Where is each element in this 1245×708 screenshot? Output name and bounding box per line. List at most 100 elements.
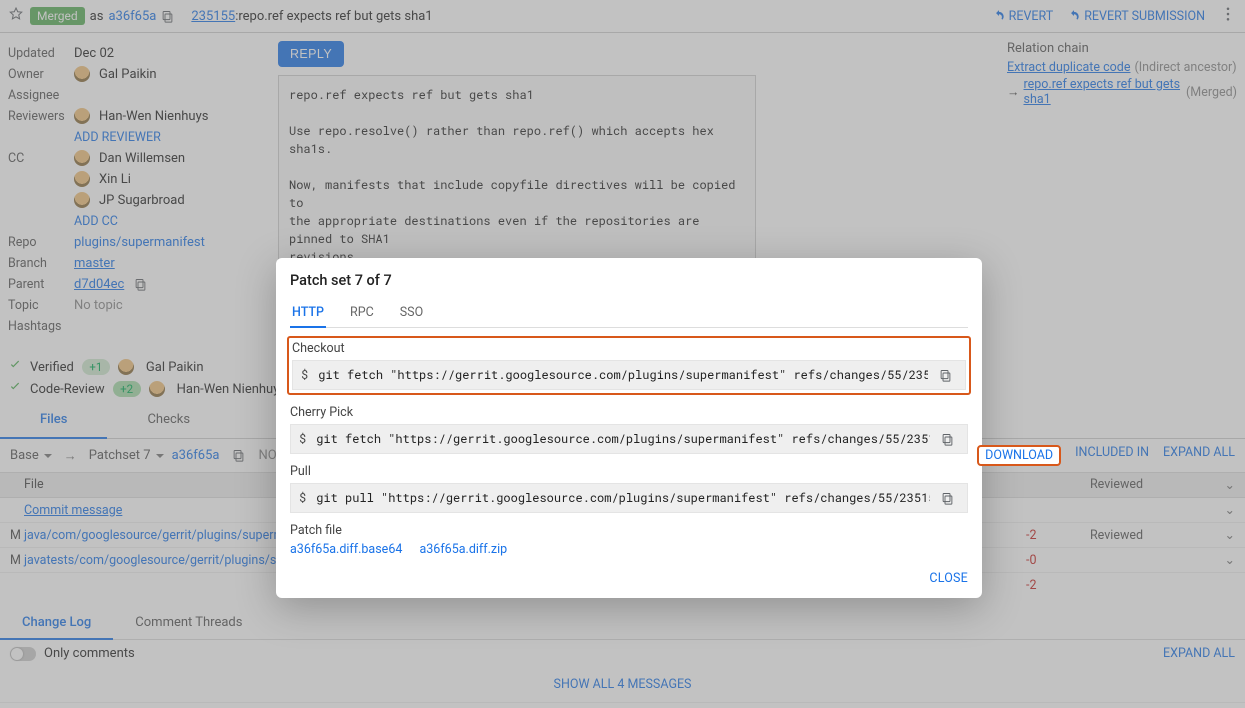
checkout-command-box: $ git fetch "https://gerrit.googlesource… <box>292 360 966 390</box>
owner-value: Gal Paikin <box>99 67 157 82</box>
copy-icon[interactable] <box>231 448 246 463</box>
patch-file-label: Patch file <box>290 523 968 538</box>
only-comments-label: Only comments <box>44 646 135 661</box>
arrow-right-icon <box>60 448 81 464</box>
expand-all-button[interactable]: EXPAND ALL <box>1163 646 1235 661</box>
avatar <box>74 66 90 82</box>
file-link[interactable]: Commit message <box>24 503 122 518</box>
copy-icon[interactable] <box>133 277 148 292</box>
tab-change-log[interactable]: Change Log <box>0 605 113 640</box>
revert-button[interactable]: REVERT <box>992 9 1054 24</box>
pull-command[interactable]: git pull "https://gerrit.googlesource.co… <box>316 490 930 506</box>
dialog-title: Patch set 7 of 7 <box>290 272 968 289</box>
reply-button[interactable]: REPLY <box>278 41 344 67</box>
copy-icon[interactable] <box>160 9 175 24</box>
included-in-button[interactable]: INCLUDED IN <box>1075 445 1149 466</box>
branch-link[interactable]: master <box>74 256 115 271</box>
expand-all-button[interactable]: EXPAND ALL <box>1163 445 1235 466</box>
dialog-tab-http[interactable]: HTTP <box>290 299 326 328</box>
chevron-down-icon[interactable]: ⌄ <box>1225 527 1235 543</box>
copy-icon[interactable] <box>940 432 955 447</box>
prompt-icon: $ <box>299 490 306 506</box>
prompt-icon: $ <box>299 431 306 447</box>
secondary-tabs: Change Log Comment Threads <box>0 605 1245 640</box>
dialog-tab-rpc[interactable]: RPC <box>348 299 376 327</box>
dialog-tabs: HTTP RPC SSO <box>290 299 968 328</box>
only-comments-row: Only comments EXPAND ALL <box>0 640 1245 667</box>
checkout-section: Checkout $ git fetch "https://gerrit.goo… <box>287 336 971 395</box>
revert-submission-label: REVERT SUBMISSION <box>1084 9 1205 24</box>
add-cc-button[interactable]: ADD CC <box>74 214 118 229</box>
delta-value: -0 <box>1007 553 1037 568</box>
base-select[interactable]: Base <box>10 448 52 463</box>
tab-files[interactable]: Files <box>0 402 107 439</box>
relation-link[interactable]: Extract duplicate code <box>1007 60 1130 75</box>
kebab-menu-icon[interactable] <box>1219 5 1237 27</box>
patch-file-zip-link[interactable]: a36f65a.diff.zip <box>419 542 507 557</box>
status-chip: Merged <box>30 7 85 25</box>
topic-label: Topic <box>8 298 74 313</box>
copy-icon[interactable] <box>940 491 955 506</box>
file-col-header: File <box>24 477 44 493</box>
code-review-label: Code-Review <box>30 382 105 397</box>
repo-link[interactable]: plugins/supermanifest <box>74 235 205 250</box>
pull-section: Pull $ git pull "https://gerrit.googleso… <box>290 464 968 513</box>
chevron-down-icon[interactable]: ⌄ <box>1225 502 1235 518</box>
patchset-sha-link[interactable]: a36f65a <box>172 448 220 463</box>
show-all-messages-button[interactable]: SHOW ALL 4 MESSAGES <box>0 667 1245 703</box>
cherry-pick-section: Cherry Pick $ git fetch "https://gerrit.… <box>290 405 968 454</box>
topic-value: No topic <box>74 298 123 313</box>
cc-name[interactable]: Dan Willemsen <box>99 151 185 166</box>
close-button[interactable]: CLOSE <box>929 571 968 586</box>
cherry-pick-command-box: $ git fetch "https://gerrit.googlesource… <box>290 424 968 454</box>
avatar <box>74 171 90 187</box>
log-entry[interactable]: Gal Paikin Patch Set 1: (1 comment) Sep … <box>0 703 1245 708</box>
metadata-column: UpdatedDec 02 OwnerGal Paikin Assignee R… <box>8 41 266 346</box>
dialog-tab-sso[interactable]: SSO <box>398 299 425 327</box>
avatar <box>118 359 134 375</box>
copy-icon[interactable] <box>938 368 953 383</box>
checkout-command[interactable]: git fetch "https://gerrit.googlesource.c… <box>318 367 928 383</box>
change-number-link[interactable]: 235155 <box>191 9 235 24</box>
chevron-down-icon[interactable]: ⌄ <box>1225 552 1235 568</box>
avatar <box>74 108 90 124</box>
relation-note: (Indirect ancestor) <box>1134 60 1236 75</box>
relation-link[interactable]: repo.ref expects ref but gets sha1 <box>1024 77 1183 107</box>
mod-indicator: M <box>10 553 24 568</box>
reviewer-name[interactable]: Han-Wen Nienhuys <box>99 109 208 124</box>
patch-file-section: Patch file a36f65a.diff.base64 a36f65a.d… <box>290 523 968 557</box>
parent-label: Parent <box>8 277 74 292</box>
hashtags-label: Hashtags <box>8 319 74 334</box>
only-comments-toggle[interactable] <box>10 647 36 661</box>
avatar <box>74 150 90 166</box>
as-text: as <box>90 9 104 24</box>
code-review-by: Han-Wen Nienhuys <box>177 382 286 397</box>
verified-vote-chip: +1 <box>82 359 110 375</box>
change-title: repo.ref expects ref but gets sha1 <box>238 9 432 24</box>
cc-name[interactable]: JP Sugarbroad <box>99 193 185 208</box>
tab-checks[interactable]: Checks <box>107 402 230 438</box>
cherry-pick-command[interactable]: git fetch "https://gerrit.googlesource.c… <box>316 431 930 447</box>
change-header: Merged as a36f65a 235155 : repo.ref expe… <box>0 0 1245 33</box>
patch-file-base64-link[interactable]: a36f65a.diff.base64 <box>290 542 402 557</box>
download-button[interactable]: DOWNLOAD <box>977 445 1061 466</box>
tab-comment-threads[interactable]: Comment Threads <box>113 605 264 639</box>
header-sha-link[interactable]: a36f65a <box>108 9 156 24</box>
branch-label: Branch <box>8 256 74 271</box>
add-reviewer-button[interactable]: ADD REVIEWER <box>74 130 161 145</box>
chevron-down-icon[interactable]: ⌄ <box>1225 477 1235 493</box>
delta-total: -2 <box>1007 578 1037 593</box>
avatar <box>74 192 90 208</box>
patchset-select[interactable]: Patchset 7 <box>89 448 164 463</box>
star-icon[interactable] <box>8 6 24 26</box>
check-icon <box>8 358 22 376</box>
reviewed-col: Reviewed <box>1037 528 1197 543</box>
cc-name[interactable]: Xin Li <box>99 172 131 187</box>
revert-submission-button[interactable]: REVERT SUBMISSION <box>1067 9 1205 24</box>
parent-link[interactable]: d7d04ec <box>74 277 124 292</box>
file-link[interactable]: javatests/com/googlesource/gerrit/plugin… <box>24 553 301 568</box>
verified-label: Verified <box>30 360 74 375</box>
reviewed-col-header: Reviewed <box>1037 477 1197 493</box>
code-review-vote-chip: +2 <box>113 381 141 397</box>
file-link[interactable]: java/com/googlesource/gerrit/plugins/sup… <box>24 528 301 543</box>
